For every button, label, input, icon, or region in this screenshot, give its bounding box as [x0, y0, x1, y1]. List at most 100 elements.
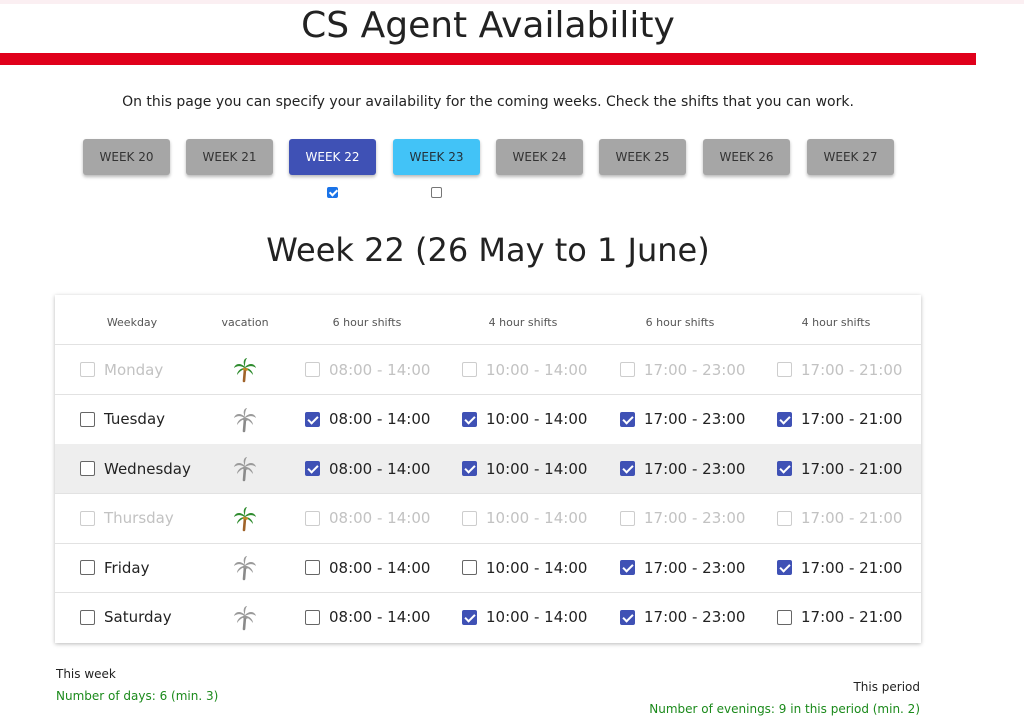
week-22-confirm-checkbox[interactable]	[327, 187, 338, 198]
weekday-checkbox[interactable]	[80, 461, 95, 476]
table-row: Saturday 08:00 - 14:00 10:00 - 14:00 17:00 …	[55, 593, 921, 643]
shift-option[interactable]: 08:00 - 14:00	[305, 593, 430, 642]
shift-option[interactable]: 10:00 - 14:00	[462, 444, 587, 493]
week-tab-22[interactable]: WEEK 22	[289, 139, 376, 175]
weekday-label: Saturday	[104, 608, 172, 626]
shift-option[interactable]: 10:00 - 14:00	[462, 543, 587, 592]
vacation-palm-icon[interactable]	[232, 506, 258, 532]
shift-checkbox[interactable]	[305, 411, 320, 427]
shift-option[interactable]: 08:00 - 14:00	[305, 543, 430, 592]
shift-option[interactable]: 17:00 - 23:00	[620, 345, 745, 394]
table-row: Monday 08:00 - 14:00 10:00 - 14:00 17:00 - …	[55, 345, 921, 395]
table-header-row: Weekday vacation 6 hour shifts 4 hour shift…	[55, 295, 921, 345]
column-header: Weekday	[106, 316, 158, 329]
shift-option[interactable]: 08:00 - 14:00	[305, 345, 430, 394]
shift-option[interactable]: 17:00 - 21:00	[777, 543, 902, 592]
shift-checkbox[interactable]	[462, 510, 477, 526]
shift-time-label: 10:00 - 14:00	[486, 509, 588, 527]
shift-checkbox[interactable]	[305, 362, 320, 377]
weekday-label: Tuesday	[104, 410, 166, 428]
shift-checkbox[interactable]	[305, 461, 320, 476]
vacation-palm-icon[interactable]	[232, 357, 258, 383]
shift-option[interactable]: 17:00 - 21:00	[777, 345, 902, 394]
week-tab-20[interactable]: WEEK 20	[83, 139, 170, 175]
week-tab-24[interactable]: WEEK 24	[496, 139, 583, 175]
weekday-cell[interactable]: Thursday	[80, 494, 174, 543]
weekday-checkbox[interactable]	[80, 560, 95, 575]
shift-option[interactable]: 10:00 - 14:00	[462, 494, 587, 543]
shift-checkbox[interactable]	[462, 411, 477, 427]
week-tab-27[interactable]: WEEK 27	[807, 139, 894, 175]
shift-time-label: 08:00 - 14:00	[329, 509, 431, 527]
vacation-palm-icon[interactable]	[232, 605, 258, 631]
shift-time-label: 17:00 - 21:00	[801, 558, 903, 577]
evenings-count-text: Number of evenings: 9 in this period (mi…	[649, 702, 920, 716]
shift-checkbox[interactable]	[777, 362, 792, 377]
shift-checkbox[interactable]	[620, 461, 635, 476]
shift-checkbox[interactable]	[620, 510, 635, 526]
shift-time-label: 17:00 - 21:00	[801, 410, 903, 428]
week-tab-23[interactable]: WEEK 23	[393, 139, 480, 175]
column-header: 4 hour shifts	[801, 316, 871, 329]
week-23-confirm-checkbox[interactable]	[431, 187, 442, 198]
shift-checkbox[interactable]	[462, 609, 477, 625]
shift-checkbox[interactable]	[777, 461, 792, 476]
shift-option[interactable]: 17:00 - 23:00	[620, 593, 745, 642]
shift-option[interactable]: 10:00 - 14:00	[462, 345, 587, 394]
shift-option[interactable]: 10:00 - 14:00	[462, 593, 587, 642]
shift-option[interactable]: 17:00 - 21:00	[777, 494, 902, 543]
shift-checkbox[interactable]	[620, 560, 635, 575]
shift-checkbox[interactable]	[777, 411, 792, 427]
shift-checkbox[interactable]	[777, 609, 792, 625]
shift-checkbox[interactable]	[462, 560, 477, 575]
weekday-cell[interactable]: Monday	[80, 345, 163, 394]
shift-option[interactable]: 10:00 - 14:00	[462, 395, 587, 444]
shift-option[interactable]: 08:00 - 14:00	[305, 444, 430, 493]
shift-time-label: 17:00 - 23:00	[644, 558, 746, 577]
shift-checkbox[interactable]	[620, 362, 635, 377]
weekday-checkbox[interactable]	[80, 411, 95, 427]
shift-checkbox[interactable]	[462, 362, 477, 377]
shift-option[interactable]: 08:00 - 14:00	[305, 395, 430, 444]
weekday-checkbox[interactable]	[80, 510, 95, 526]
weekday-cell[interactable]: Saturday	[80, 593, 172, 642]
shift-checkbox[interactable]	[777, 510, 792, 526]
this-week-label: This week	[56, 667, 116, 681]
shift-option[interactable]: 17:00 - 23:00	[620, 543, 745, 592]
shift-time-label: 17:00 - 23:00	[644, 608, 746, 626]
shift-option[interactable]: 17:00 - 21:00	[777, 395, 902, 444]
shift-checkbox[interactable]	[305, 609, 320, 625]
shift-checkbox[interactable]	[462, 461, 477, 476]
weekday-cell[interactable]: Friday	[80, 543, 149, 592]
shift-option[interactable]: 17:00 - 23:00	[620, 444, 745, 493]
shift-time-label: 17:00 - 21:00	[801, 608, 903, 626]
shift-time-label: 10:00 - 14:00	[486, 410, 588, 428]
weekday-checkbox[interactable]	[80, 362, 95, 377]
shift-checkbox[interactable]	[777, 560, 792, 575]
weekday-cell[interactable]: Wednesday	[80, 444, 191, 493]
shift-option[interactable]: 17:00 - 23:00	[620, 494, 745, 543]
shift-time-label: 17:00 - 23:00	[644, 459, 746, 478]
shift-checkbox[interactable]	[305, 510, 320, 526]
vacation-palm-icon[interactable]	[232, 555, 258, 581]
vacation-palm-icon[interactable]	[232, 456, 258, 482]
shift-option[interactable]: 17:00 - 21:00	[777, 593, 902, 642]
shift-checkbox[interactable]	[620, 609, 635, 625]
shift-time-label: 17:00 - 23:00	[644, 360, 746, 379]
weekday-checkbox[interactable]	[80, 609, 95, 625]
page-title: CS Agent Availability	[301, 5, 675, 46]
table-row: Thursday 08:00 - 14:00 10:00 - 14:00 17:00 …	[55, 494, 921, 544]
availability-table: Weekday vacation 6 hour shifts 4 hour shift…	[55, 295, 921, 643]
week-tab-25[interactable]: WEEK 25	[599, 139, 686, 175]
shift-checkbox[interactable]	[305, 560, 320, 575]
weekday-cell[interactable]: Tuesday	[80, 395, 165, 444]
shift-checkbox[interactable]	[620, 411, 635, 427]
vacation-palm-icon[interactable]	[232, 407, 258, 433]
table-row: Wednesday 08:00 - 14:00 10:00 - 14:00 17:00…	[55, 444, 921, 494]
shift-time-label: 17:00 - 23:00	[644, 410, 746, 428]
shift-option[interactable]: 17:00 - 23:00	[620, 395, 745, 444]
week-tab-26[interactable]: WEEK 26	[703, 139, 790, 175]
shift-option[interactable]: 08:00 - 14:00	[305, 494, 430, 543]
week-tab-21[interactable]: WEEK 21	[186, 139, 273, 175]
shift-option[interactable]: 17:00 - 21:00	[777, 444, 902, 493]
